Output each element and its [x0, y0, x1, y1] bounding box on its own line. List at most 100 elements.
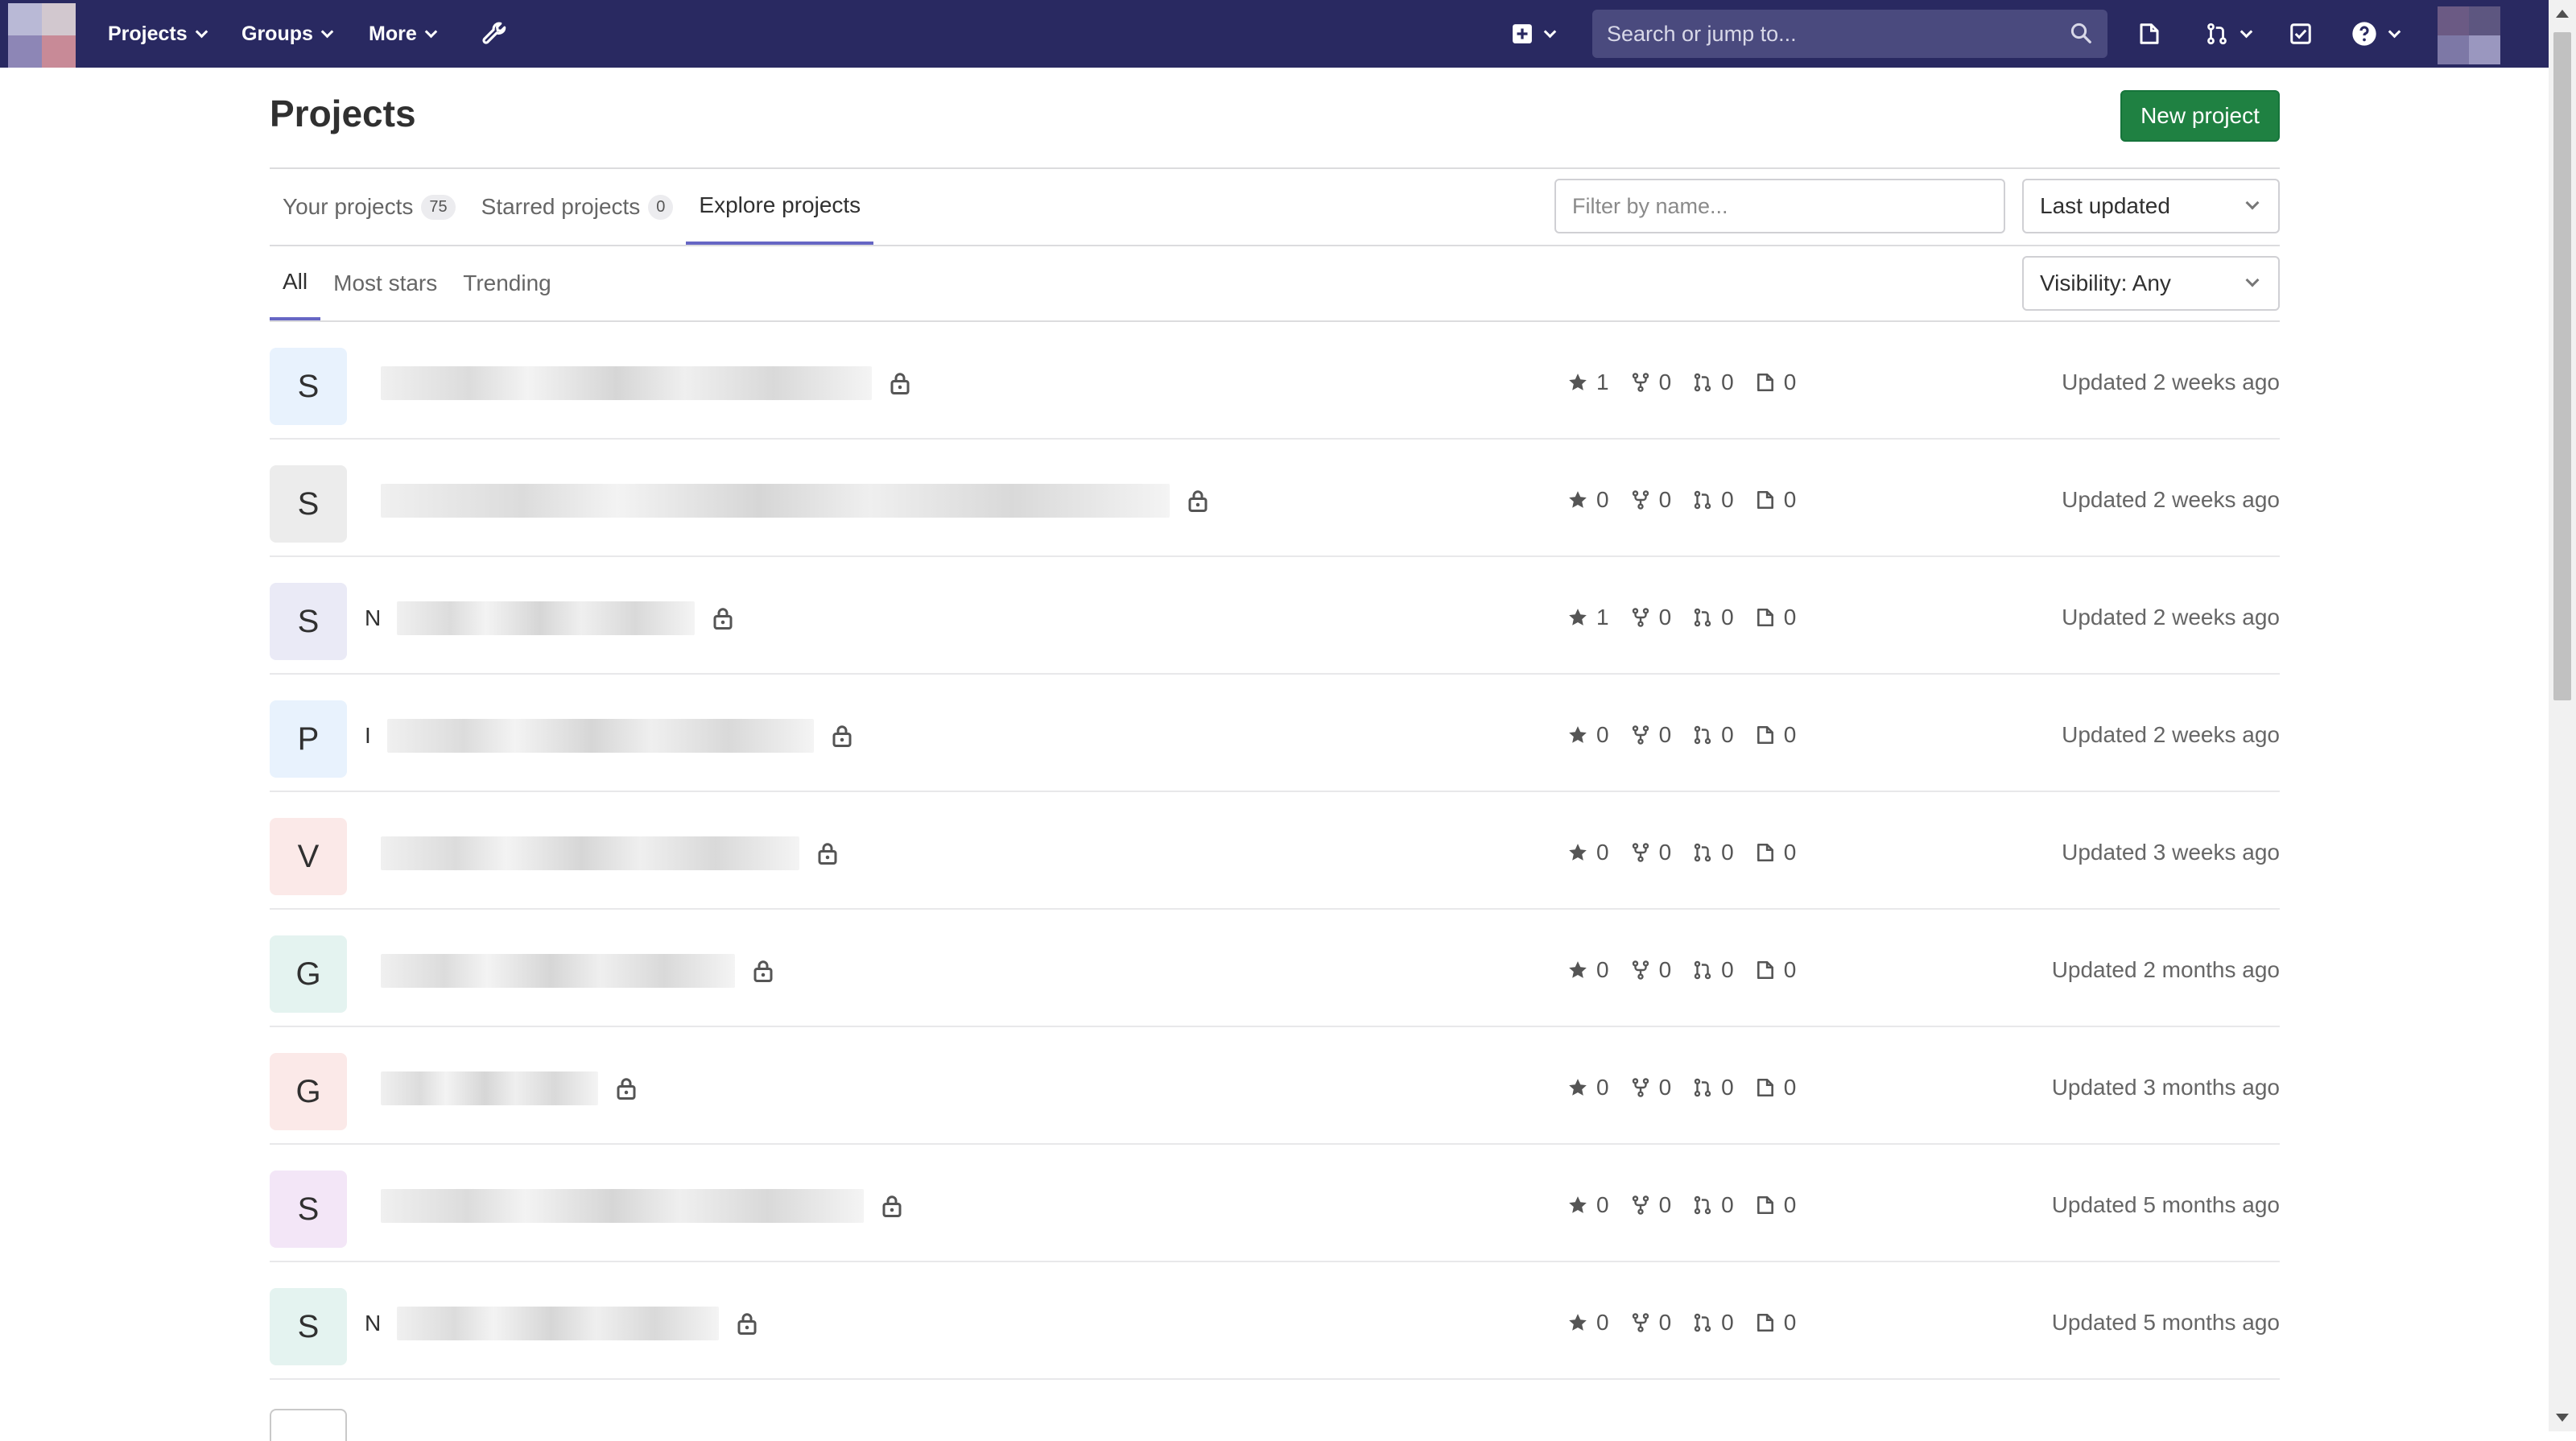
issues-icon [1757, 1313, 1773, 1332]
forks-stat[interactable]: 0 [1630, 605, 1671, 630]
merge-requests-stat[interactable]: 0 [1692, 605, 1734, 630]
project-avatar[interactable]: V [270, 818, 347, 895]
forks-stat[interactable]: 0 [1630, 1310, 1671, 1336]
issues-stat[interactable]: 0 [1755, 722, 1796, 748]
merge-requests-stat[interactable]: 0 [1692, 487, 1734, 513]
merge-requests-stat[interactable]: 0 [1692, 1192, 1734, 1218]
merge-requests-count: 0 [1721, 370, 1734, 394]
page-scrollbar[interactable] [2549, 0, 2576, 1431]
tab-explore-projects[interactable]: Explore projects [686, 169, 874, 245]
project-name-redacted [386, 719, 814, 753]
tab-your-projects[interactable]: Your projects 75 [270, 169, 469, 245]
issues-stat[interactable]: 0 [1755, 1075, 1796, 1100]
project-avatar[interactable]: S [270, 348, 347, 425]
project-name-link[interactable]: N [365, 1306, 759, 1341]
forks-stat[interactable]: 0 [1630, 840, 1671, 865]
tab-label: Starred projects [481, 194, 641, 219]
issues-stat[interactable]: 0 [1755, 605, 1796, 630]
explore-filter-tabs: All Most stars Trending [270, 246, 564, 320]
merge-requests-dropdown[interactable] [2194, 16, 2260, 52]
stars-stat[interactable]: 0 [1567, 957, 1609, 983]
project-avatar[interactable]: S [270, 1288, 347, 1365]
tab-most-stars[interactable]: Most stars [320, 246, 450, 320]
stars-stat[interactable]: 0 [1567, 1310, 1609, 1336]
forks-stat[interactable]: 0 [1630, 722, 1671, 748]
project-name-link[interactable] [365, 836, 840, 871]
project-name-redacted [381, 954, 735, 988]
issues-icon [1757, 725, 1773, 745]
help-dropdown[interactable] [2343, 16, 2407, 52]
tab-all[interactable]: All [270, 246, 321, 320]
nav-projects-dropdown[interactable]: Projects [108, 0, 208, 68]
scrollbar-thumb[interactable] [2553, 32, 2571, 700]
count-badge: 0 [648, 194, 674, 220]
merge-requests-stat[interactable]: 0 [1692, 1310, 1734, 1336]
fork-icon [1632, 960, 1649, 980]
stars-stat[interactable]: 0 [1567, 487, 1609, 513]
gitlab-logo[interactable] [8, 3, 76, 68]
lock-icon [713, 608, 733, 630]
merge-request-icon [1694, 725, 1711, 745]
user-avatar[interactable] [2438, 6, 2500, 64]
tab-starred-projects[interactable]: Starred projects 0 [469, 169, 687, 245]
merge-requests-stat[interactable]: 0 [1692, 1075, 1734, 1100]
project-stats: 0 0 0 0 [1567, 834, 1796, 871]
issues-stat[interactable]: 0 [1755, 1310, 1796, 1336]
nav-more-dropdown[interactable]: More [369, 0, 438, 68]
issues-button[interactable] [2132, 16, 2167, 52]
new-project-button[interactable]: New project [2120, 90, 2280, 142]
issues-stat[interactable]: 0 [1755, 487, 1796, 513]
filter-by-name-input[interactable]: Filter by name... [1554, 179, 2005, 233]
project-avatar-letter: S [297, 1191, 320, 1227]
issues-stat[interactable]: 0 [1755, 1192, 1796, 1218]
stars-stat[interactable]: 1 [1567, 370, 1609, 395]
search-input[interactable]: Search or jump to... [1592, 10, 2107, 58]
merge-requests-stat[interactable]: 0 [1692, 957, 1734, 983]
stars-stat[interactable]: 0 [1567, 1075, 1609, 1100]
new-item-dropdown[interactable] [1501, 16, 1565, 52]
project-name-link[interactable] [365, 483, 1210, 518]
project-avatar[interactable]: S [270, 583, 347, 660]
issues-icon [1757, 960, 1773, 980]
stars-stat[interactable]: 0 [1567, 722, 1609, 748]
admin-area-button[interactable] [477, 16, 512, 52]
merge-requests-stat[interactable]: 0 [1692, 370, 1734, 395]
project-avatar[interactable]: G [270, 935, 347, 1013]
issues-stat[interactable]: 0 [1755, 957, 1796, 983]
project-avatar[interactable]: G [270, 1053, 347, 1130]
project-name-link[interactable]: N [365, 601, 735, 636]
project-avatar[interactable]: S [270, 1171, 347, 1248]
project-name-link[interactable] [365, 365, 912, 401]
forks-stat[interactable]: 0 [1630, 370, 1671, 395]
project-name-link[interactable]: I [365, 718, 854, 754]
project-name-prefix: I [365, 723, 371, 748]
visibility-dropdown[interactable]: Visibility: Any [2022, 256, 2280, 311]
forks-stat[interactable]: 0 [1630, 957, 1671, 983]
updated-timestamp: Updated 2 weeks ago [2062, 605, 2280, 630]
issues-stat[interactable]: 0 [1755, 840, 1796, 865]
project-avatar-letter: G [295, 1073, 321, 1109]
tab-trending[interactable]: Trending [450, 246, 564, 320]
project-name-link[interactable] [365, 1188, 904, 1224]
stars-stat[interactable]: 1 [1567, 605, 1609, 630]
stars-stat[interactable]: 0 [1567, 1192, 1609, 1218]
scroll-up-arrow-icon[interactable] [2556, 10, 2569, 18]
project-avatar-letter: S [297, 1308, 320, 1344]
issues-stat[interactable]: 0 [1755, 370, 1796, 395]
project-tabs: Your projects 75 Starred projects 0 Expl… [270, 169, 874, 245]
forks-stat[interactable]: 0 [1630, 487, 1671, 513]
project-avatar[interactable]: P [270, 700, 347, 778]
merge-requests-stat[interactable]: 0 [1692, 722, 1734, 748]
project-name-link[interactable] [365, 1071, 638, 1106]
merge-requests-stat[interactable]: 0 [1692, 840, 1734, 865]
stars-stat[interactable]: 0 [1567, 840, 1609, 865]
project-avatar[interactable]: S [270, 465, 347, 543]
todos-button[interactable] [2283, 16, 2318, 52]
forks-stat[interactable]: 0 [1630, 1192, 1671, 1218]
project-name-link[interactable] [365, 953, 775, 989]
forks-stat[interactable]: 0 [1630, 1075, 1671, 1100]
merge-requests-count: 0 [1721, 1310, 1734, 1335]
scroll-down-arrow-icon[interactable] [2556, 1414, 2569, 1422]
nav-groups-dropdown[interactable]: Groups [242, 0, 334, 68]
sort-dropdown[interactable]: Last updated [2022, 179, 2280, 233]
